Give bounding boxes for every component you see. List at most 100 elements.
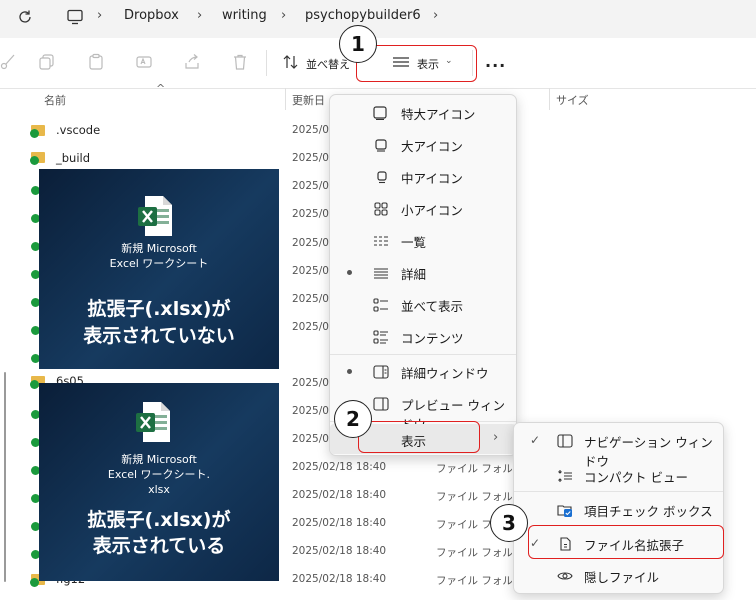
excel-file-icon xyxy=(135,401,171,443)
chevron-right-icon: › xyxy=(493,430,499,445)
step-1-callout: 1 xyxy=(339,25,377,63)
menu-item-hidden-items[interactable]: 隠しファイル xyxy=(514,560,723,590)
step-2-callout: 2 xyxy=(334,400,372,438)
sync-status-icon xyxy=(30,578,39,587)
paste-icon[interactable] xyxy=(87,53,105,71)
file-date: 2025/02/18 18:40 xyxy=(292,489,387,501)
share-icon[interactable] xyxy=(183,53,201,71)
refresh-icon[interactable] xyxy=(16,8,34,26)
sort-button-label[interactable]: 並べ替え xyxy=(306,56,350,72)
show-submenu: ✓ ナビゲーション ウィンドウ コンパクト ビュー 項目チェック ボックス ✓ … xyxy=(513,422,724,594)
highlight-show-menu-item xyxy=(358,421,480,453)
file-date: 2025/02/18 18:40 xyxy=(292,545,387,557)
menu-separator xyxy=(514,491,723,492)
menu-item-content[interactable]: コンテンツ xyxy=(330,321,516,351)
menu-item-list[interactable]: 一覧 xyxy=(330,225,516,255)
tile-message-line: 拡張子(.xlsx)が xyxy=(87,509,231,531)
menu-separator xyxy=(330,354,516,355)
file-date: 2025/02/18 18:40 xyxy=(292,461,387,473)
hidden-files-icon xyxy=(557,568,573,582)
checkmark-icon: ✓ xyxy=(530,433,541,447)
delete-icon[interactable] xyxy=(231,53,249,71)
content-icon xyxy=(373,329,388,344)
item-checkbox-icon xyxy=(557,502,572,517)
menu-item-label: 大アイコン xyxy=(401,139,463,154)
menu-item-label: 隠しファイル xyxy=(584,570,660,585)
highlight-file-extension-item xyxy=(528,525,724,559)
small-icons-icon xyxy=(374,201,388,216)
menu-item-details[interactable]: 詳細 xyxy=(330,257,516,287)
file-name[interactable]: _build xyxy=(56,151,90,165)
sync-status-icon xyxy=(30,129,39,138)
computer-icon[interactable] xyxy=(66,8,84,26)
selected-bullet-icon xyxy=(347,369,352,374)
menu-item-large-icons[interactable]: 大アイコン xyxy=(330,129,516,159)
folder-icon xyxy=(30,152,45,165)
file-label-line: Excel ワークシート xyxy=(109,257,209,270)
menu-item-label: 項目チェック ボックス xyxy=(584,504,713,519)
menu-item-details-pane[interactable]: 詳細ウィンドウ xyxy=(330,356,516,386)
menu-item-extra-large-icons[interactable]: 特大アイコン xyxy=(330,97,516,127)
preview-pane-icon xyxy=(373,396,389,411)
file-name[interactable]: .vscode xyxy=(56,123,100,137)
excel-file-icon xyxy=(137,195,173,237)
column-header-modified[interactable]: 更新日 xyxy=(292,92,325,108)
selected-bullet-icon xyxy=(347,270,352,275)
menu-item-item-checkboxes[interactable]: 項目チェック ボックス xyxy=(514,494,723,524)
menu-item-tiles[interactable]: 並べて表示 xyxy=(330,289,516,319)
column-header-size[interactable]: サイズ xyxy=(556,92,589,108)
navigation-pane-icon xyxy=(557,433,573,448)
breadcrumb-psychopybuilder6[interactable]: psychopybuilder6 xyxy=(305,8,421,23)
menu-item-medium-icons[interactable]: 中アイコン xyxy=(330,161,516,191)
menu-item-label: コンテンツ xyxy=(401,331,464,346)
breadcrumb-writing[interactable]: writing xyxy=(222,8,267,23)
medium-icons-icon xyxy=(375,169,389,184)
more-options-button[interactable]: ... xyxy=(485,52,506,71)
column-header-name[interactable]: 名前 xyxy=(44,92,66,108)
comparison-tile-extension-shown: 新規 Microsoft Excel ワークシート. xlsx 拡張子(.xls… xyxy=(39,383,279,581)
rename-icon[interactable] xyxy=(135,53,153,71)
file-label-line: 新規 Microsoft xyxy=(121,242,197,255)
menu-item-label: 小アイコン xyxy=(401,203,463,218)
breadcrumb-separator: › xyxy=(433,8,439,23)
step-3-callout: 3 xyxy=(490,504,528,542)
file-label-line: xlsx xyxy=(148,483,170,496)
column-separator[interactable] xyxy=(285,88,286,110)
large-icons-icon xyxy=(374,137,388,152)
breadcrumb-separator: › xyxy=(97,8,103,23)
file-type: ファイル フォルダー xyxy=(436,491,512,503)
file-date: 2025/02/18 18:40 xyxy=(292,573,387,585)
file-type: ファイル フォルダー xyxy=(436,547,512,559)
cut-icon[interactable] xyxy=(0,53,18,71)
menu-item-label: 並べて表示 xyxy=(401,299,464,314)
file-label-line: 新規 Microsoft xyxy=(121,453,197,466)
toolbar-divider xyxy=(266,50,267,76)
tile-message-line: 表示されている xyxy=(92,535,226,557)
address-bar: › Dropbox › writing › psychopybuilder6 › xyxy=(0,0,756,38)
menu-item-small-icons[interactable]: 小アイコン xyxy=(330,193,516,223)
details-pane-icon xyxy=(373,364,389,379)
menu-item-compact-view[interactable]: コンパクト ビュー xyxy=(514,460,723,490)
column-separator[interactable] xyxy=(549,88,550,110)
menu-item-label: コンパクト ビュー xyxy=(584,470,688,485)
menu-item-label: 中アイコン xyxy=(401,171,463,186)
tiles-icon xyxy=(373,297,388,312)
compact-view-icon xyxy=(557,468,572,482)
copy-icon[interactable] xyxy=(38,53,56,71)
extra-large-icons-icon xyxy=(373,105,387,121)
menu-item-label: 詳細 xyxy=(401,267,427,282)
file-type: ファイル フォルダー xyxy=(436,463,512,475)
comparison-tile-extension-hidden: 新規 Microsoft Excel ワークシート 拡張子(.xlsx)が 表示… xyxy=(39,169,279,369)
folder-icon xyxy=(30,125,45,138)
file-date: 2025/02/18 18:40 xyxy=(292,517,387,529)
sync-status-icon xyxy=(30,156,39,165)
details-icon xyxy=(373,265,388,279)
tile-message-line: 表示されていない xyxy=(83,325,235,347)
file-type: ファイル フォルダー xyxy=(436,575,512,587)
breadcrumb-separator: › xyxy=(197,8,203,23)
breadcrumb-dropbox[interactable]: Dropbox xyxy=(124,8,179,23)
sort-icon[interactable] xyxy=(282,53,300,71)
tile-message-line: 拡張子(.xlsx)が xyxy=(87,298,231,320)
nav-pane-scrollbar[interactable] xyxy=(4,372,6,582)
menu-item-navigation-pane[interactable]: ✓ ナビゲーション ウィンドウ xyxy=(514,425,723,469)
